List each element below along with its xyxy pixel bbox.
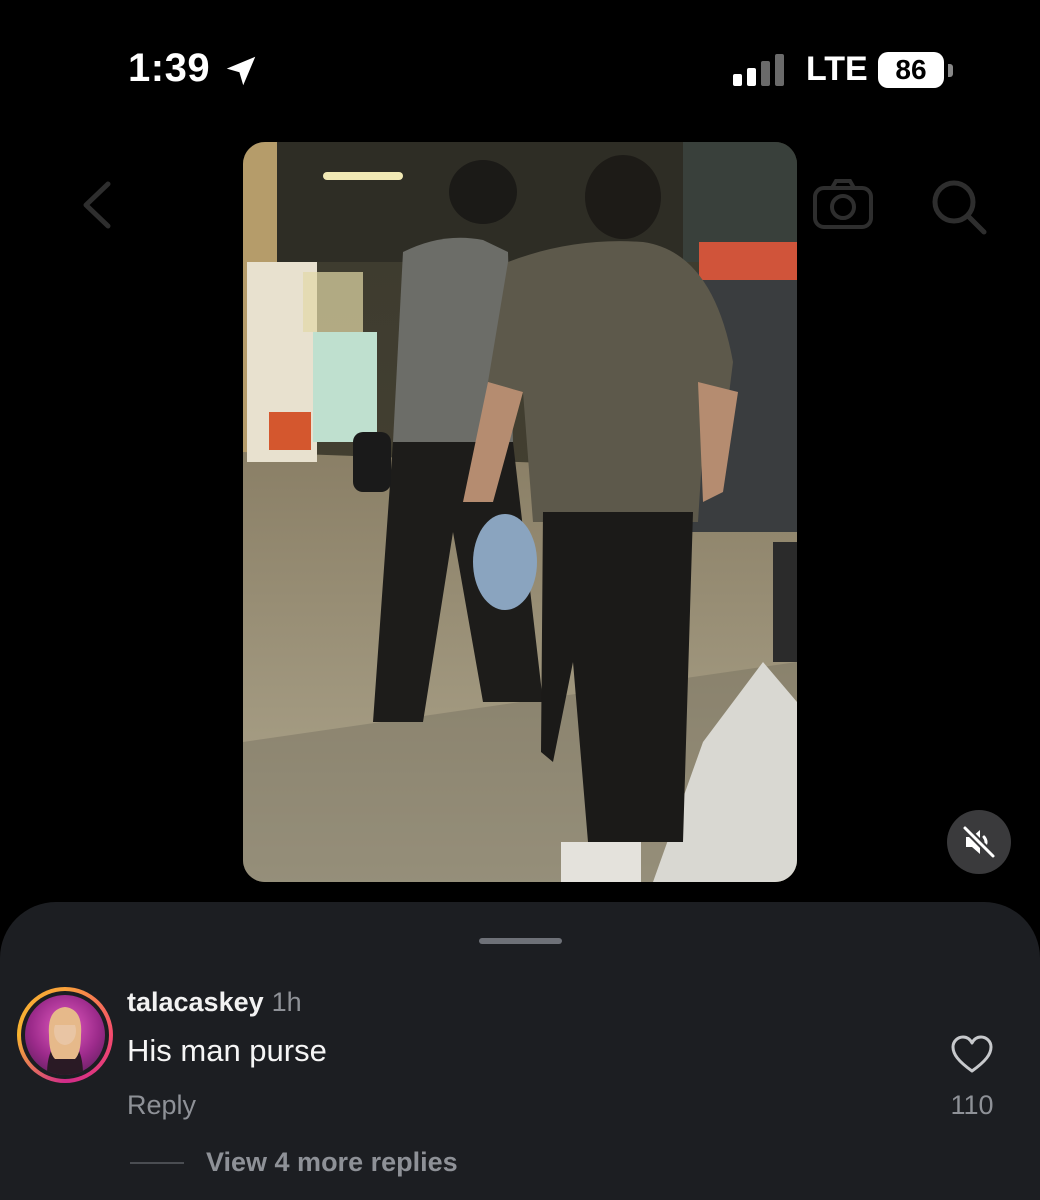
avatar-image <box>47 1007 83 1075</box>
location-arrow-icon <box>226 56 256 86</box>
chevron-left-icon[interactable] <box>78 180 114 230</box>
comments-sheet: talacaskey 1h His man purse Reply 110 Vie… <box>0 902 1040 1200</box>
mute-button[interactable] <box>947 810 1011 874</box>
video-player[interactable] <box>243 142 797 882</box>
status-bar: 1:39 LTE 86 <box>0 0 1040 130</box>
signal-bars-icon <box>733 54 784 86</box>
replies-divider <box>130 1162 184 1164</box>
video-frame <box>243 142 797 882</box>
battery-tip <box>948 64 953 77</box>
like-count: 110 <box>950 1090 994 1120</box>
view-replies-button[interactable]: View 4 more replies <box>206 1147 458 1178</box>
reply-button[interactable]: Reply <box>127 1090 196 1121</box>
status-time: 1:39 <box>128 46 211 90</box>
speaker-muted-icon <box>962 825 996 859</box>
camera-icon[interactable] <box>812 178 874 230</box>
comment-username[interactable]: talacaskey <box>127 987 264 1017</box>
story-ring[interactable] <box>17 987 113 1083</box>
avatar[interactable] <box>25 995 105 1075</box>
comment-text: His man purse <box>127 1033 327 1068</box>
network-type: LTE <box>806 50 868 88</box>
search-icon[interactable] <box>930 178 988 236</box>
sheet-grabber[interactable] <box>479 938 562 944</box>
heart-outline-icon[interactable] <box>950 1034 994 1074</box>
comment-time: 1h <box>271 987 302 1017</box>
battery-indicator: 86 <box>878 52 944 88</box>
comment-header: talacaskey 1h <box>127 987 302 1018</box>
